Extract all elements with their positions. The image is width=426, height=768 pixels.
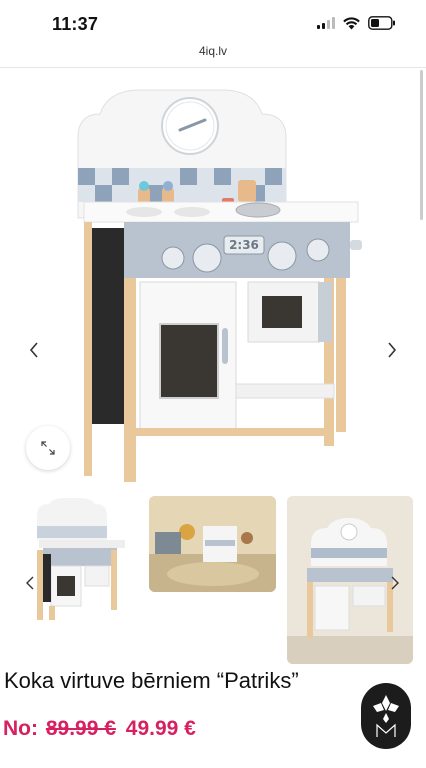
status-icons	[317, 16, 396, 30]
chevron-right-icon	[391, 576, 399, 590]
thumbnail-2[interactable]	[149, 496, 276, 592]
battery-icon	[368, 16, 395, 30]
status-bar: 11:37	[0, 0, 426, 44]
brand-logo-icon	[373, 695, 399, 737]
expand-icon	[41, 441, 55, 455]
chevron-left-icon	[26, 576, 34, 590]
next-image-arrow[interactable]	[380, 338, 404, 366]
price-new: 49.99 €	[125, 717, 196, 740]
product-title: Koka virtuve bērniem “Patriks”	[4, 668, 299, 693]
product-main-image[interactable]: 2:36	[0, 68, 426, 488]
kitchen-illustration: 2:36	[77, 70, 423, 482]
wifi-icon	[343, 16, 360, 29]
url-bar[interactable]: 4iq.lv	[0, 44, 426, 68]
chat-button[interactable]	[361, 683, 411, 749]
price-old: 89.99 €	[45, 717, 116, 740]
chevron-left-icon	[29, 342, 38, 358]
chevron-right-icon	[388, 342, 397, 358]
thumbnail-strip	[0, 496, 426, 664]
thumbnail-next-arrow[interactable]	[391, 576, 399, 594]
status-time: 11:37	[52, 14, 99, 34]
product-price: No: 89.99 € 49.99 €	[3, 717, 196, 741]
zoom-button[interactable]	[26, 426, 70, 470]
oven-clock-display: 2:36	[229, 238, 259, 252]
thumbnail-prev-arrow[interactable]	[26, 576, 34, 594]
prev-image-arrow[interactable]	[22, 338, 46, 366]
cellular-signal-icon	[317, 17, 335, 29]
price-prefix: No:	[3, 717, 38, 740]
